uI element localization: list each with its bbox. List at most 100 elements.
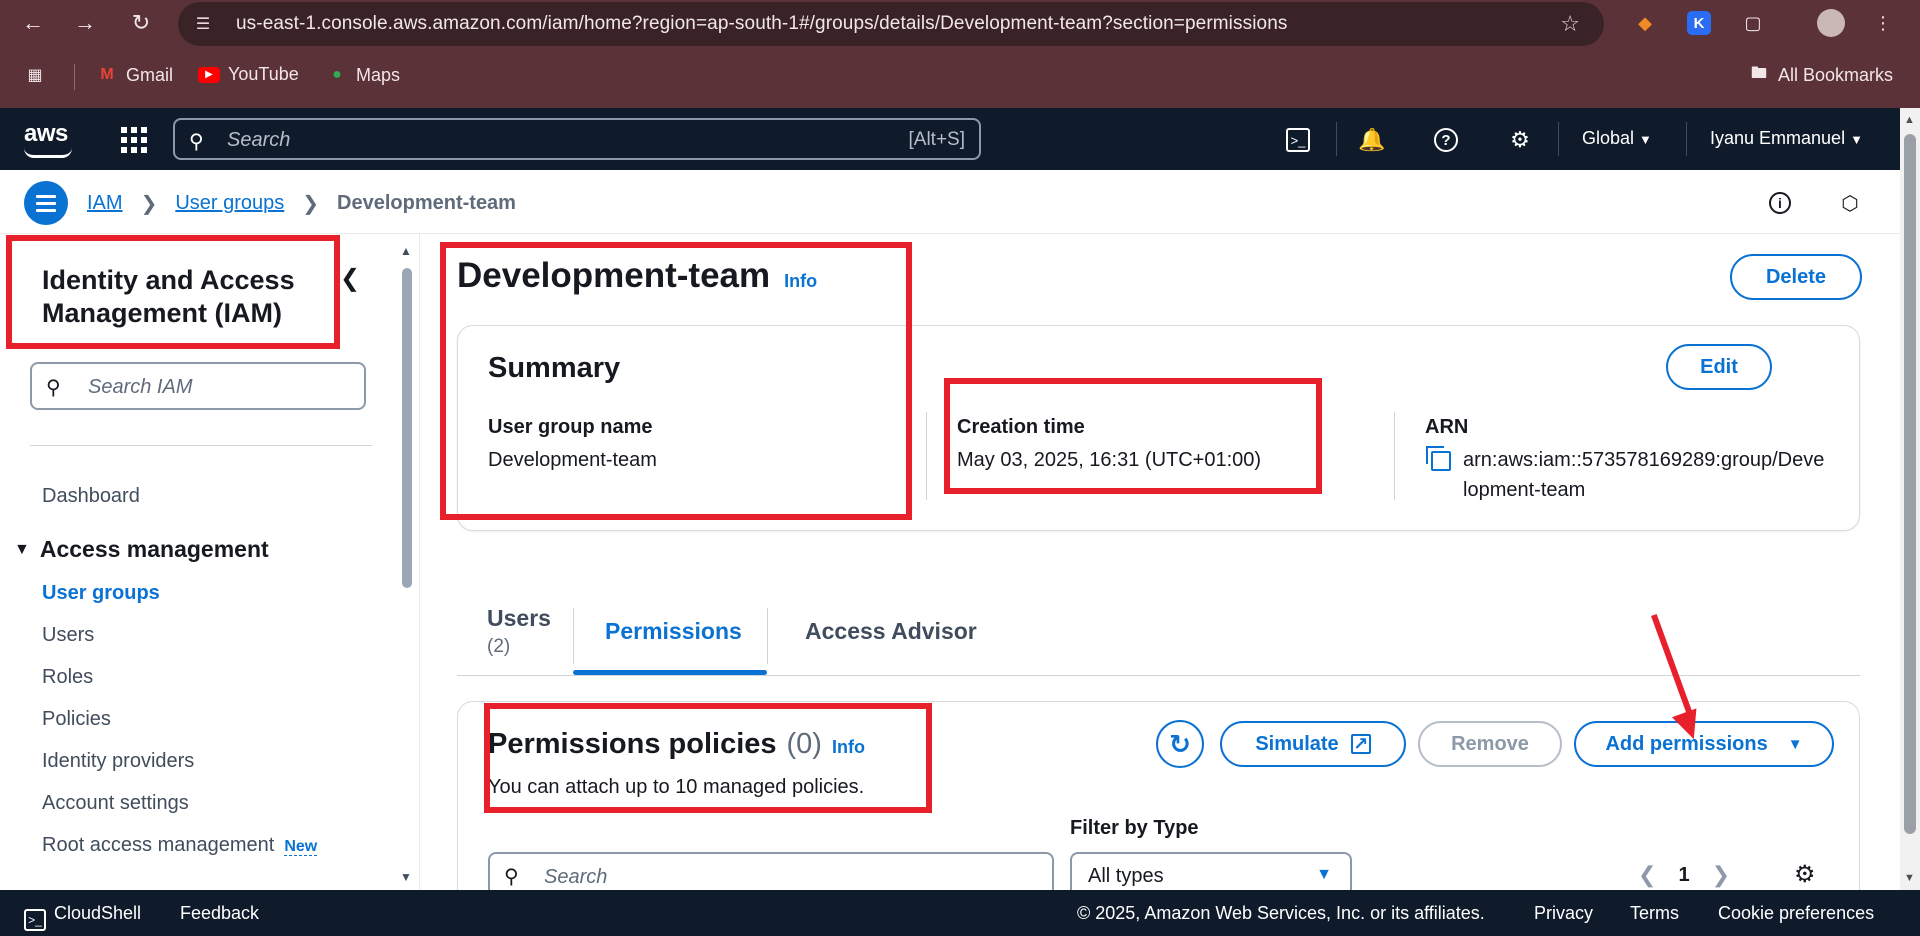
sidebar-divider [30, 445, 372, 446]
breadcrumb-iam[interactable]: IAM [87, 192, 123, 215]
sidebar-item-root-access-management[interactable]: Root access management New [42, 834, 318, 857]
tab-access-advisor[interactable]: Access Advisor [805, 586, 977, 676]
notifications-bell-icon[interactable]: 🔔 [1356, 124, 1388, 156]
sidebar-scroll-thumb[interactable] [402, 268, 412, 588]
footer-privacy[interactable]: Privacy [1534, 903, 1593, 924]
help-icon[interactable]: ? [1430, 124, 1462, 156]
title-info-link[interactable]: Info [784, 271, 817, 292]
breadcrumb-current: Development-team [337, 192, 516, 214]
bookmark-gmail[interactable]: M Gmail [96, 64, 173, 86]
footer-terms[interactable]: Terms [1630, 903, 1679, 924]
footer-cloudshell[interactable]: >_ CloudShell [24, 903, 141, 931]
scroll-down-icon[interactable]: ▼ [1904, 872, 1915, 884]
copy-icon[interactable] [1426, 446, 1451, 471]
apps-grid-icon[interactable]: ▦ [24, 64, 46, 86]
aws-logo[interactable]: aws [24, 120, 68, 148]
page-scroll-thumb[interactable] [1904, 134, 1916, 834]
permissions-policies-card: Permissions policies (0) Info You can at… [457, 701, 1860, 890]
delete-button[interactable]: Delete [1730, 254, 1862, 300]
scroll-up-icon[interactable]: ▲ [400, 244, 412, 258]
summary-card: Summary Edit User group name Development… [457, 325, 1860, 531]
chevron-right-icon[interactable]: ❯ [1712, 862, 1730, 888]
sidebar-title: Identity and Access Management (IAM) [42, 265, 295, 328]
sidebar-item-policies[interactable]: Policies [42, 708, 111, 731]
profile-avatar[interactable] [1816, 8, 1846, 38]
back-icon[interactable]: ← [16, 6, 50, 40]
table-settings-gear-icon[interactable]: ⚙ [1794, 860, 1816, 889]
sidebar-item-roles[interactable]: Roles [42, 666, 93, 689]
page-number[interactable]: 1 [1678, 864, 1689, 887]
services-grid-icon[interactable] [118, 124, 150, 156]
search-icon: ⚲ [189, 131, 204, 153]
page-title: Development-team Info [457, 256, 818, 295]
summary-divider [926, 412, 927, 500]
page-scrollbar[interactable]: ▲ ▼ [1900, 108, 1920, 890]
folder-icon: 🖿 [1750, 64, 1767, 82]
sidebar-search-input[interactable]: ⚲ Search IAM [30, 362, 366, 410]
account-menu[interactable]: Iyanu Emmanuel ▼ [1710, 128, 1863, 149]
k-extension-icon[interactable]: K [1684, 8, 1714, 38]
summary-divider [1394, 412, 1395, 500]
caret-down-icon: ▼ [1639, 132, 1652, 147]
extensions-puzzle-icon[interactable]: ▢ [1738, 8, 1768, 38]
footer-feedback[interactable]: Feedback [180, 903, 259, 924]
bookmark-maps[interactable]: ● Maps [326, 64, 400, 86]
caret-down-icon: ▼ [1850, 132, 1863, 147]
sidebar-item-identity-providers[interactable]: Identity providers [42, 750, 194, 773]
info-panel-icon[interactable]: i [1766, 189, 1794, 217]
add-permissions-button[interactable]: Add permissions ▼ [1574, 721, 1834, 767]
scroll-down-icon[interactable]: ▼ [400, 870, 412, 884]
sidebar-section-access-management[interactable]: ▼ Access management [14, 536, 269, 563]
sidebar-item-dashboard[interactable]: Dashboard [42, 485, 140, 508]
chevron-right-icon: ❯ [140, 193, 158, 215]
search-shortcut: [Alt+S] [908, 129, 966, 150]
permissions-info-link[interactable]: Info [832, 737, 865, 758]
console-search-input[interactable]: ⚲ Search [Alt+S] [173, 118, 981, 160]
breadcrumb-user-groups[interactable]: User groups [175, 192, 284, 215]
permissions-title: Permissions policies (0) Info [488, 728, 865, 760]
tab-permissions[interactable]: Permissions [605, 586, 742, 676]
bookmarks-bar: ▦ M Gmail ▶ YouTube ● Maps 🖿 All Bookmar… [0, 56, 1920, 100]
footer-cookie-preferences[interactable]: Cookie preferences [1718, 903, 1874, 924]
nav-divider [1686, 122, 1687, 156]
maps-icon: ● [332, 66, 342, 83]
chevron-left-icon[interactable]: ❮ [1638, 862, 1656, 888]
side-nav-toggle-icon[interactable] [24, 181, 68, 225]
type-filter-select[interactable]: All types ▼ [1070, 852, 1352, 890]
edit-button[interactable]: Edit [1666, 344, 1772, 390]
tab-users[interactable]: Users (2) [487, 586, 551, 676]
bookmark-divider [74, 64, 75, 90]
scroll-up-icon[interactable]: ▲ [1904, 114, 1915, 126]
bookmark-star-icon[interactable]: ☆ [1560, 11, 1580, 37]
forward-icon[interactable]: → [68, 6, 102, 40]
policy-search-input[interactable]: ⚲ Search [488, 852, 1054, 890]
tools-hexagon-icon[interactable]: ⬡ [1836, 189, 1864, 217]
chevron-right-icon: ❯ [302, 193, 320, 215]
tab-divider [767, 608, 768, 664]
region-selector[interactable]: Global ▼ [1582, 128, 1652, 149]
simulate-button[interactable]: Simulate ↗ [1220, 721, 1406, 767]
aws-top-nav: aws ⚲ Search [Alt+S] >_ 🔔 ? ⚙ Global ▼ I… [0, 108, 1920, 170]
metamask-extension-icon[interactable]: ◆ [1630, 8, 1660, 38]
sidebar-item-users[interactable]: Users [42, 624, 94, 647]
all-bookmarks[interactable]: 🖿 All Bookmarks [1748, 64, 1893, 86]
site-info-icon[interactable]: ☰ [192, 13, 214, 35]
footer-copyright: © 2025, Amazon Web Services, Inc. or its… [1077, 903, 1485, 923]
active-tab-indicator [573, 670, 767, 675]
sidebar-item-account-settings[interactable]: Account settings [42, 792, 189, 815]
reload-icon[interactable]: ↻ [124, 6, 158, 40]
cloudshell-icon[interactable]: >_ [1282, 124, 1314, 156]
refresh-icon[interactable]: ↻ [1156, 720, 1204, 768]
address-bar[interactable]: ☰ us-east-1.console.aws.amazon.com/iam/h… [178, 2, 1604, 46]
collapse-sidebar-icon[interactable]: ❮ [340, 264, 360, 293]
sidebar-item-user-groups[interactable]: User groups [42, 582, 160, 605]
aws-logo-smile [24, 148, 72, 158]
remove-button[interactable]: Remove [1418, 721, 1562, 767]
nav-divider [1558, 122, 1559, 156]
browser-chrome: ← → ↻ ☰ us-east-1.console.aws.amazon.com… [0, 0, 1920, 108]
sidebar-scrollbar[interactable]: ▲ ▼ [400, 244, 414, 884]
settings-gear-icon[interactable]: ⚙ [1504, 124, 1536, 156]
browser-menu-icon[interactable]: ⋮ [1868, 8, 1898, 38]
group-name-field: User group name Development-team [488, 416, 657, 471]
bookmark-youtube[interactable]: ▶ YouTube [198, 64, 299, 85]
